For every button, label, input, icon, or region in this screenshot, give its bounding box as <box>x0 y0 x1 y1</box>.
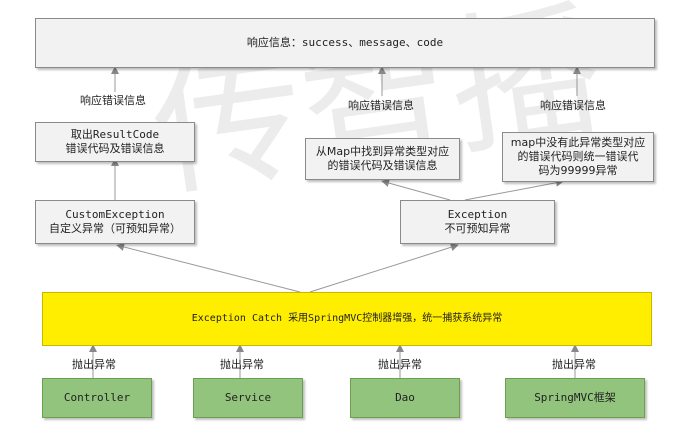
resultcode-box: 取出ResultCode 错误代码及错误信息 <box>35 122 195 162</box>
arrow-catch-to-exception <box>309 243 459 293</box>
exception-line1: Exception <box>447 208 508 221</box>
response-error-label-3: 响应错误信息 <box>540 99 606 112</box>
source-springmvc: SpringMVC框架 <box>505 378 645 418</box>
resultcode-line1: 取出ResultCode <box>70 128 160 141</box>
map-found-line2: 的错误代码及错误信息 <box>327 159 438 172</box>
map-found-box: 从Map中找到异常类型对应 的错误代码及错误信息 <box>305 138 460 180</box>
source-dao: Dao <box>350 378 460 418</box>
throw-label-3: 抛出异常 <box>378 358 422 371</box>
map-missing-line3: 码为99999异常 <box>538 164 618 177</box>
throw-label-1: 抛出异常 <box>72 358 116 371</box>
throw-label-4: 抛出异常 <box>552 358 596 371</box>
arrow-exception-to-mapfound <box>381 179 451 201</box>
source-service: Service <box>193 378 303 418</box>
exception-catch-text: Exception Catch 采用SpringMVC控制器增强，统一捕获系统异… <box>191 313 503 324</box>
map-found-line1: 从Map中找到异常类型对应 <box>315 145 450 158</box>
custom-exception-line2: 自定义异常（可预知异常） <box>49 222 181 235</box>
response-info-text: 响应信息：success、message、code <box>246 36 444 49</box>
custom-exception-line1: CustomException <box>65 208 165 221</box>
arrow-catch-to-custom <box>116 243 301 293</box>
map-missing-line1: map中没有此异常类型对应 <box>510 136 646 149</box>
response-info-box: 响应信息：success、message、code <box>35 18 655 68</box>
exception-line2: 不可预知异常 <box>444 222 511 235</box>
throw-label-2: 抛出异常 <box>220 358 264 371</box>
source-controller: Controller <box>42 378 152 418</box>
exception-catch-box: Exception Catch 采用SpringMVC控制器增强，统一捕获系统异… <box>42 292 652 346</box>
response-error-label-2: 响应错误信息 <box>348 99 414 112</box>
map-missing-line2: 的错误代码则统一错误代 <box>517 150 639 163</box>
custom-exception-box: CustomException 自定义异常（可预知异常） <box>35 200 195 244</box>
map-missing-box: map中没有此异常类型对应 的错误代码则统一错误代 码为99999异常 <box>502 132 654 182</box>
arrow-exception-to-mapmissing <box>464 178 564 201</box>
exception-box: Exception 不可预知异常 <box>400 200 555 244</box>
resultcode-line2: 错误代码及错误信息 <box>65 142 165 155</box>
response-error-label-1: 响应错误信息 <box>80 94 146 107</box>
